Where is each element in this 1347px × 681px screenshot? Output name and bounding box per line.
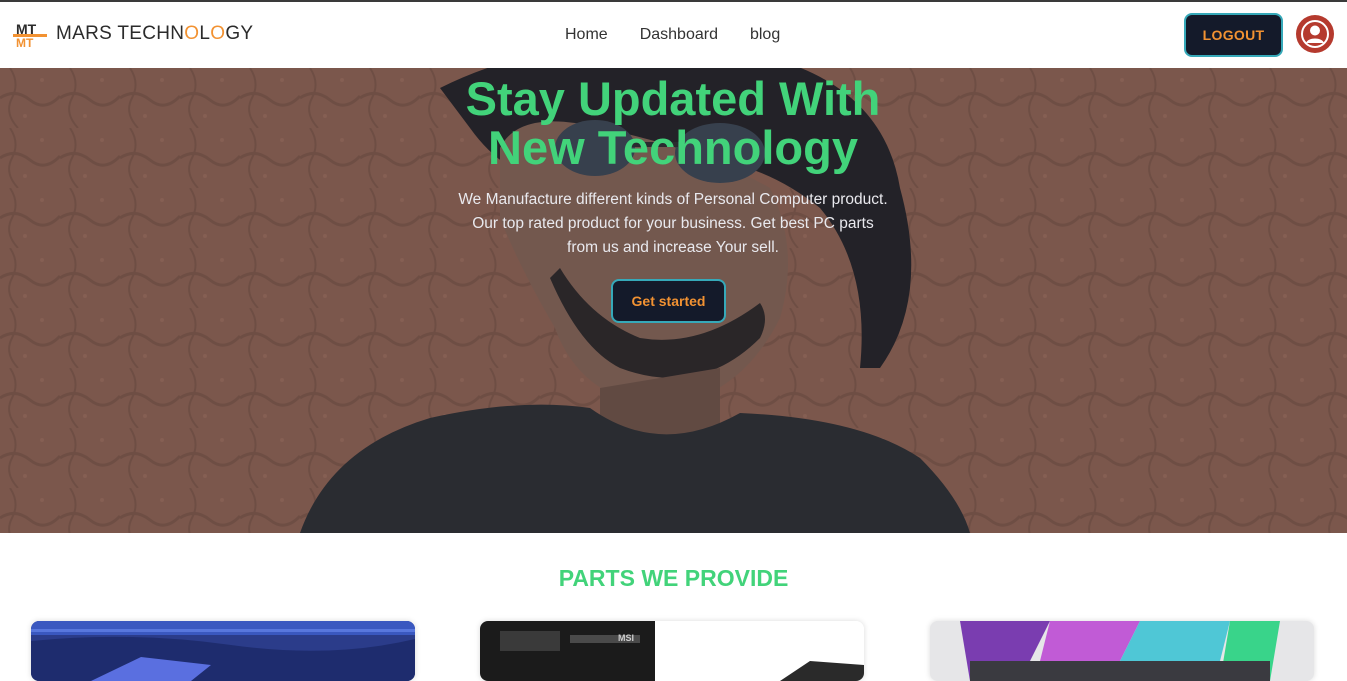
- svg-text:MSI: MSI: [618, 633, 634, 643]
- brand-name: MARS TECHNOLOGY: [56, 23, 254, 44]
- mt-logo-icon: MT MT: [13, 20, 47, 50]
- hero-desc-line-3: from us and increase Your sell.: [567, 239, 779, 256]
- hero-title-line-2: New Technology: [488, 121, 858, 174]
- part-image-3: [930, 621, 1314, 681]
- part-card-3[interactable]: [930, 621, 1314, 681]
- brand-logo[interactable]: MT MT MARS TECHNOLOGY: [13, 20, 254, 50]
- hero-description: We Manufacture different kinds of Person…: [440, 188, 906, 260]
- part-image-2: MSI: [480, 621, 864, 681]
- hero-banner: Stay Updated With New Technology We Manu…: [0, 68, 1347, 533]
- part-card-1[interactable]: [31, 621, 415, 681]
- main-nav: Home Dashboard blog: [565, 26, 812, 44]
- hero-title: Stay Updated With New Technology: [373, 74, 973, 172]
- user-icon: [1301, 20, 1329, 48]
- svg-text:MT: MT: [16, 36, 34, 48]
- nav-link-dashboard[interactable]: Dashboard: [640, 26, 718, 44]
- get-started-button[interactable]: Get started: [611, 279, 726, 323]
- hero-desc-line-1: We Manufacture different kinds of Person…: [458, 191, 888, 208]
- parts-section-title: PARTS WE PROVIDE: [558, 565, 789, 591]
- part-card-2[interactable]: MSI: [480, 621, 864, 681]
- hero-title-line-1: Stay Updated With: [465, 72, 881, 125]
- user-avatar[interactable]: [1296, 15, 1334, 53]
- navbar: MT MT MARS TECHNOLOGY Home Dashboard blo…: [0, 2, 1347, 68]
- part-image-1: [31, 621, 415, 681]
- svg-text:MT: MT: [16, 21, 37, 37]
- nav-link-home[interactable]: Home: [565, 26, 608, 44]
- nav-link-blog[interactable]: blog: [750, 26, 780, 44]
- logout-button[interactable]: LOGOUT: [1184, 13, 1283, 57]
- hero-desc-line-2: Our top rated product for your business.…: [472, 215, 874, 232]
